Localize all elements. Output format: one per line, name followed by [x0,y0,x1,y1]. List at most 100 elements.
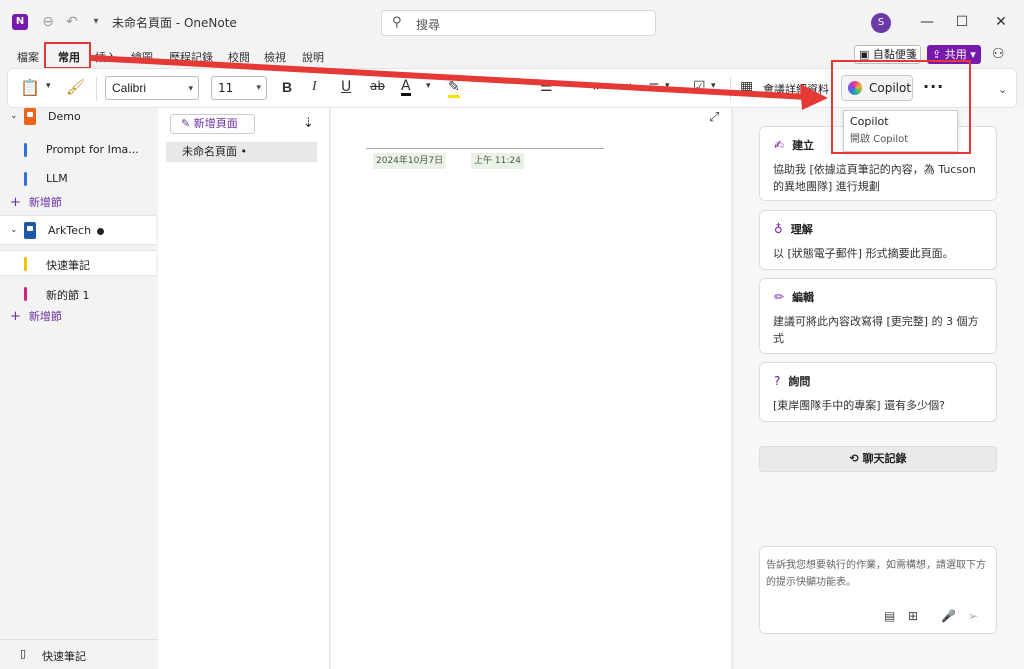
font-size-select[interactable]: 11 ▾ [211,76,267,100]
font-color-button[interactable]: A [401,79,411,96]
section-color-tab [24,287,27,301]
pen-sparkle-icon: ✍ [774,138,785,152]
section-color-tab [24,172,27,186]
notebook-icon [24,222,36,239]
page-title-line[interactable] [366,148,604,149]
feedback-icon[interactable]: ⚇ [992,46,1005,62]
strikethrough-button[interactable]: ab [370,79,385,93]
add-section-label: 新增節 [28,196,62,209]
notebook-arktech[interactable]: ⌄ ArkTech [0,215,156,245]
unsynced-dot [97,228,104,235]
tab-insert[interactable]: 插入 [95,49,117,65]
chevron-down-icon: ▾ [188,83,193,93]
plugins-icon[interactable]: ⊞ [908,609,918,623]
add-page-icon: ✎ [181,117,194,130]
minimize-button[interactable]: — [917,12,937,32]
search-input[interactable]: ⚲ 搜尋 [381,10,656,36]
bold-button[interactable]: B [282,79,292,95]
section-name: LLM [46,172,68,185]
window-title: 未命名頁面 - OneNote [112,16,237,30]
font-color-dropdown-icon[interactable]: ▾ [426,81,431,91]
chat-history-label: 聊天記錄 [862,452,907,465]
section-name: 新的節 1 [46,289,90,302]
add-page-label: 新增頁面 [193,117,238,130]
prompt-card-understand[interactable]: ♁ 理解 以 [狀態電子郵件] 形式摘要此頁面。 [759,210,997,270]
decrease-indent-icon[interactable]: ⇤ [593,79,605,95]
notebook-icon [24,108,36,125]
plus-icon: + [10,309,21,324]
page-time: 上午 11:24 [471,153,524,169]
question-icon: ? [774,374,781,388]
prompt-card-edit[interactable]: ✏ 編輯 建議可將此內容改寫得 [更完整] 的 3 個方式 [759,278,997,354]
align-dropdown-icon[interactable]: ▾ [665,81,670,91]
numbered-list-icon[interactable]: ☰ [540,79,553,95]
history-icon: ⟲ [849,452,863,465]
font-name-value: Calibri [112,81,147,95]
font-name-select[interactable]: Calibri ▾ [105,76,199,100]
note-canvas[interactable]: ⤢ 2024年10月7日 上午 11:24 [331,108,731,669]
underline-button[interactable]: U [341,79,351,95]
prompt-card-ask[interactable]: ? 詢問 [東岸團隊手中的專案] 還有多少個? [759,362,997,422]
notebook-navigation: ⌄ Demo Prompt for Ima... LLM + 新增節 ⌄ ArkT… [0,108,158,669]
page-item[interactable]: 未命名頁面 • [166,142,317,162]
italic-button[interactable]: I [312,79,317,95]
notebook-demo[interactable]: ⌄ Demo [0,102,156,132]
prompt-guide-icon[interactable]: ▤ [884,609,895,623]
plus-icon: + [10,195,21,210]
add-section-button[interactable]: + 新增節 [10,194,62,210]
back-icon[interactable]: ⊖ [38,12,58,32]
copilot-composer-input[interactable]: 告訴我您想要執行的作業，如需構想，請選取下方的提示快顯功能表。 ▤ ⊞ 🎤 ➢ [759,546,997,634]
sort-icon[interactable]: ⇣ [303,116,314,131]
pencil-icon: ✏ [774,290,785,304]
add-page-button[interactable]: ✎ 新增頁面 [170,114,255,134]
tab-file[interactable]: 檔案 [17,49,39,65]
search-placeholder: 搜尋 [416,18,441,32]
expand-icon[interactable]: ⤢ [709,110,719,125]
close-button[interactable]: ✕ [991,12,1011,32]
increase-indent-icon[interactable]: ⇥ [620,79,632,95]
maximize-button[interactable]: ☐ [952,12,972,32]
notebook-name: Demo [48,110,81,123]
section-name: 快速筆記 [46,259,90,272]
section-llm[interactable]: LLM [0,166,156,192]
tag-dropdown-icon[interactable]: ▾ [711,81,716,91]
highlight-icon[interactable]: ✎ [448,79,460,98]
avatar[interactable]: S [871,13,891,33]
notebook-name: ArkTech [48,224,92,237]
ribbon-expand-icon[interactable]: ⌄ [998,83,1007,96]
tab-help[interactable]: 說明 [302,49,324,65]
send-icon[interactable]: ➢ [968,609,978,623]
card-title: 詢問 [788,375,811,388]
section-prompt-for-image[interactable]: Prompt for Ima... [0,137,156,163]
undo-icon[interactable]: ↶ [62,12,82,32]
meeting-details-button[interactable]: 會議詳細資料 [763,81,829,97]
tab-draw[interactable]: 繪圖 [131,49,153,65]
paste-icon[interactable]: 📋 [20,78,40,97]
title-bar: N ⊖ ↶ ▾ 未命名頁面 - OneNote ⚲ 搜尋 S — ☐ ✕ [0,0,1024,44]
tab-view[interactable]: 檢視 [264,49,286,65]
calendar-icon[interactable]: ▦ [740,79,753,95]
quick-notes-footer[interactable]: ▯ 快速筆記 [0,639,158,669]
card-title: 編輯 [792,291,815,304]
format-painter-icon[interactable]: 🖌 [66,78,85,96]
tab-history[interactable]: 歷程記錄 [169,49,213,65]
page-list: ✎ 新增頁面 ⇣ 未命名頁面 • [158,108,330,669]
tab-review[interactable]: 校閱 [228,49,250,65]
section-quick-notes[interactable]: 快速筆記 [0,250,156,276]
quick-access-dropdown-icon[interactable]: ▾ [86,12,106,32]
section-color-tab [24,257,27,271]
card-title: 建立 [792,139,815,152]
add-section-button[interactable]: + 新增節 [10,308,62,324]
card-body: [東岸團隊手中的專案] 還有多少個? [773,399,945,412]
card-body: 建議可將此內容改寫得 [更完整] 的 3 個方式 [773,315,979,345]
chevron-down-icon: ⌄ [10,111,18,121]
divider [96,77,97,101]
tag-checkbox-icon[interactable]: ☑ [693,79,706,95]
microphone-icon[interactable]: 🎤 [941,609,956,623]
annotation-box-home [44,42,91,69]
section-new-section-1[interactable]: 新的節 1 [0,281,156,307]
chat-history-button[interactable]: ⟲ 聊天記錄 [759,446,997,472]
align-icon[interactable]: ≡ [648,79,660,95]
annotation-box-copilot [831,60,971,154]
paste-dropdown-icon[interactable]: ▾ [46,81,51,91]
